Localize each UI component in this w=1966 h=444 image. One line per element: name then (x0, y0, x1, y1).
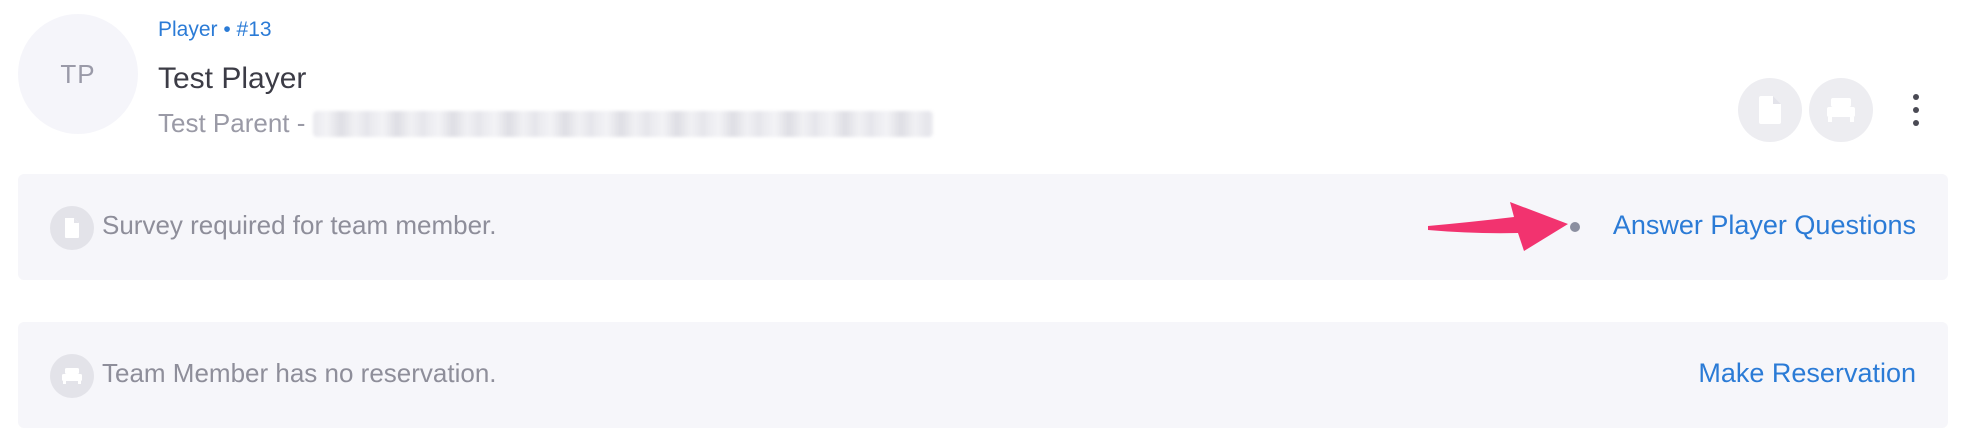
reservation-notice-card: Team Member has no reservation. Make Res… (18, 322, 1948, 428)
bed-icon (1827, 98, 1855, 122)
avatar: TP (18, 14, 138, 134)
kebab-menu-icon (1913, 94, 1919, 100)
kebab-dot (1913, 120, 1919, 126)
kebab-dot (1913, 107, 1919, 113)
avatar-initials: TP (60, 58, 96, 89)
reservation-button[interactable] (1809, 78, 1873, 142)
parent-name: Test Parent - (158, 108, 306, 138)
reservation-notice-icon-wrap (50, 354, 94, 398)
more-options-button[interactable] (1900, 88, 1932, 132)
survey-notice-message: Survey required for team member. (102, 210, 497, 240)
document-icon (1759, 96, 1781, 124)
redacted-contact-info (313, 110, 934, 137)
player-role-number: Player • #13 (158, 18, 272, 41)
survey-notice-card: Survey required for team member. Answer … (18, 174, 1948, 280)
document-icon (65, 218, 79, 238)
reservation-notice-message: Team Member has no reservation. (102, 358, 497, 388)
answer-player-questions-link[interactable]: Answer Player Questions (1613, 210, 1916, 241)
make-reservation-link[interactable]: Make Reservation (1698, 358, 1916, 389)
parent-line: Test Parent - (158, 108, 934, 139)
bullet-dot (1570, 222, 1580, 232)
player-name: Test Player (158, 62, 307, 95)
survey-button[interactable] (1738, 78, 1802, 142)
team-member-page: TP Player • #13 Test Player Test Parent … (0, 0, 1966, 444)
annotation-arrow-icon (1428, 202, 1568, 251)
bed-icon (62, 368, 82, 384)
survey-notice-icon-wrap (50, 206, 94, 250)
